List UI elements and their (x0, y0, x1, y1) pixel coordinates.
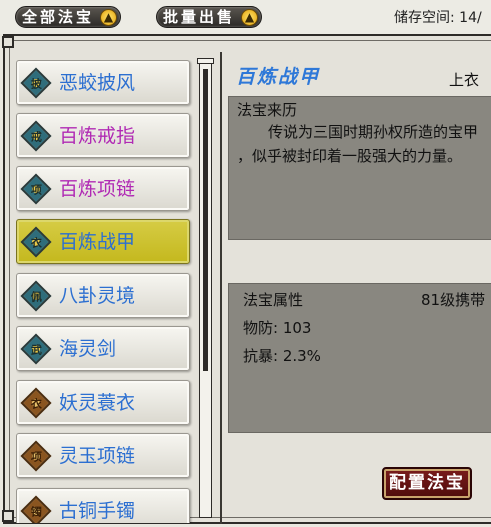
history-label: 法宝来历 (237, 101, 298, 119)
level-requirement: 81级携带 (421, 291, 486, 309)
list-item-name: 百炼战甲 (59, 231, 136, 253)
stat-crit-resist: 抗暴: 2.3% (243, 347, 321, 365)
treasure-badge-icon: 衣 (20, 387, 52, 419)
arrow-up-icon: ▲ (241, 9, 259, 26)
panel-divider (220, 52, 222, 524)
list-item[interactable]: 武海灵剑 (16, 326, 190, 371)
treasure-badge-icon: 镯 (20, 495, 52, 523)
list-item[interactable]: 衣妖灵蓑衣 (16, 380, 190, 425)
treasure-title: 百炼战甲 (236, 66, 321, 88)
stat-physical-defense: 物防: 103 (243, 319, 312, 337)
list-item[interactable]: 镯古铜手镯 (16, 488, 190, 523)
list-item-name: 灵玉项链 (59, 445, 136, 467)
arrow-up-icon: ▲ (100, 9, 118, 26)
list-item[interactable]: 项百炼项链 (16, 166, 190, 211)
tab-bulk-sell[interactable]: 批量出售 ▲ (156, 6, 263, 28)
frame-corner-ornament (2, 510, 14, 522)
treasure-badge-icon: 项 (20, 440, 52, 472)
list-item[interactable]: 项灵玉项链 (16, 433, 190, 478)
list-item[interactable]: 衣百炼战甲 (16, 219, 190, 264)
treasure-badge-icon: 披 (20, 67, 52, 99)
list-item[interactable]: 披恶蛟披风 (16, 60, 190, 105)
storage-capacity: 储存空间: 14/ (394, 10, 482, 26)
attributes-label: 法宝属性 (243, 291, 304, 309)
tab-all-treasures-label: 全部法宝 (22, 8, 95, 26)
configure-treasure-button[interactable]: 配置法宝 (382, 467, 472, 500)
treasure-badge-icon: 武 (20, 333, 52, 365)
list-item-name: 八卦灵境 (59, 285, 136, 307)
equipment-slot: 上衣 (449, 71, 480, 89)
frame-corner-ornament (2, 36, 14, 48)
tab-bulk-sell-label: 批量出售 (163, 8, 236, 26)
history-text-line2: ，似乎被封印着一股强大的力量。 (237, 147, 463, 165)
scrollbar-cap (197, 58, 214, 64)
history-text-line1: 传说为三国时期孙权所造的宝甲 (268, 123, 479, 141)
list-item-name: 恶蛟披风 (59, 72, 136, 94)
tab-all-treasures[interactable]: 全部法宝 ▲ (15, 6, 122, 28)
treasure-list[interactable]: 披恶蛟披风戒百炼戒指项百炼项链衣百炼战甲佩八卦灵境武海灵剑衣妖灵蓑衣项灵玉项链镯… (16, 60, 194, 523)
list-item-name: 百炼项链 (59, 178, 136, 200)
list-item-name: 古铜手镯 (59, 500, 136, 522)
top-bar: 全部法宝 ▲ 批量出售 ▲ 储存空间: 14/ (0, 0, 491, 34)
list-item[interactable]: 戒百炼戒指 (16, 113, 190, 158)
list-item-name: 妖灵蓑衣 (59, 392, 136, 414)
treasure-badge-icon: 戒 (20, 120, 52, 152)
list-item[interactable]: 佩八卦灵境 (16, 273, 190, 318)
list-item-name: 百炼戒指 (59, 125, 136, 147)
list-item-name: 海灵剑 (59, 338, 117, 360)
treasure-badge-icon: 项 (20, 173, 52, 205)
treasure-badge-icon: 佩 (20, 280, 52, 312)
scrollbar-thumb[interactable] (203, 69, 208, 371)
list-scrollbar[interactable] (199, 60, 212, 518)
treasure-badge-icon: 衣 (20, 226, 52, 258)
